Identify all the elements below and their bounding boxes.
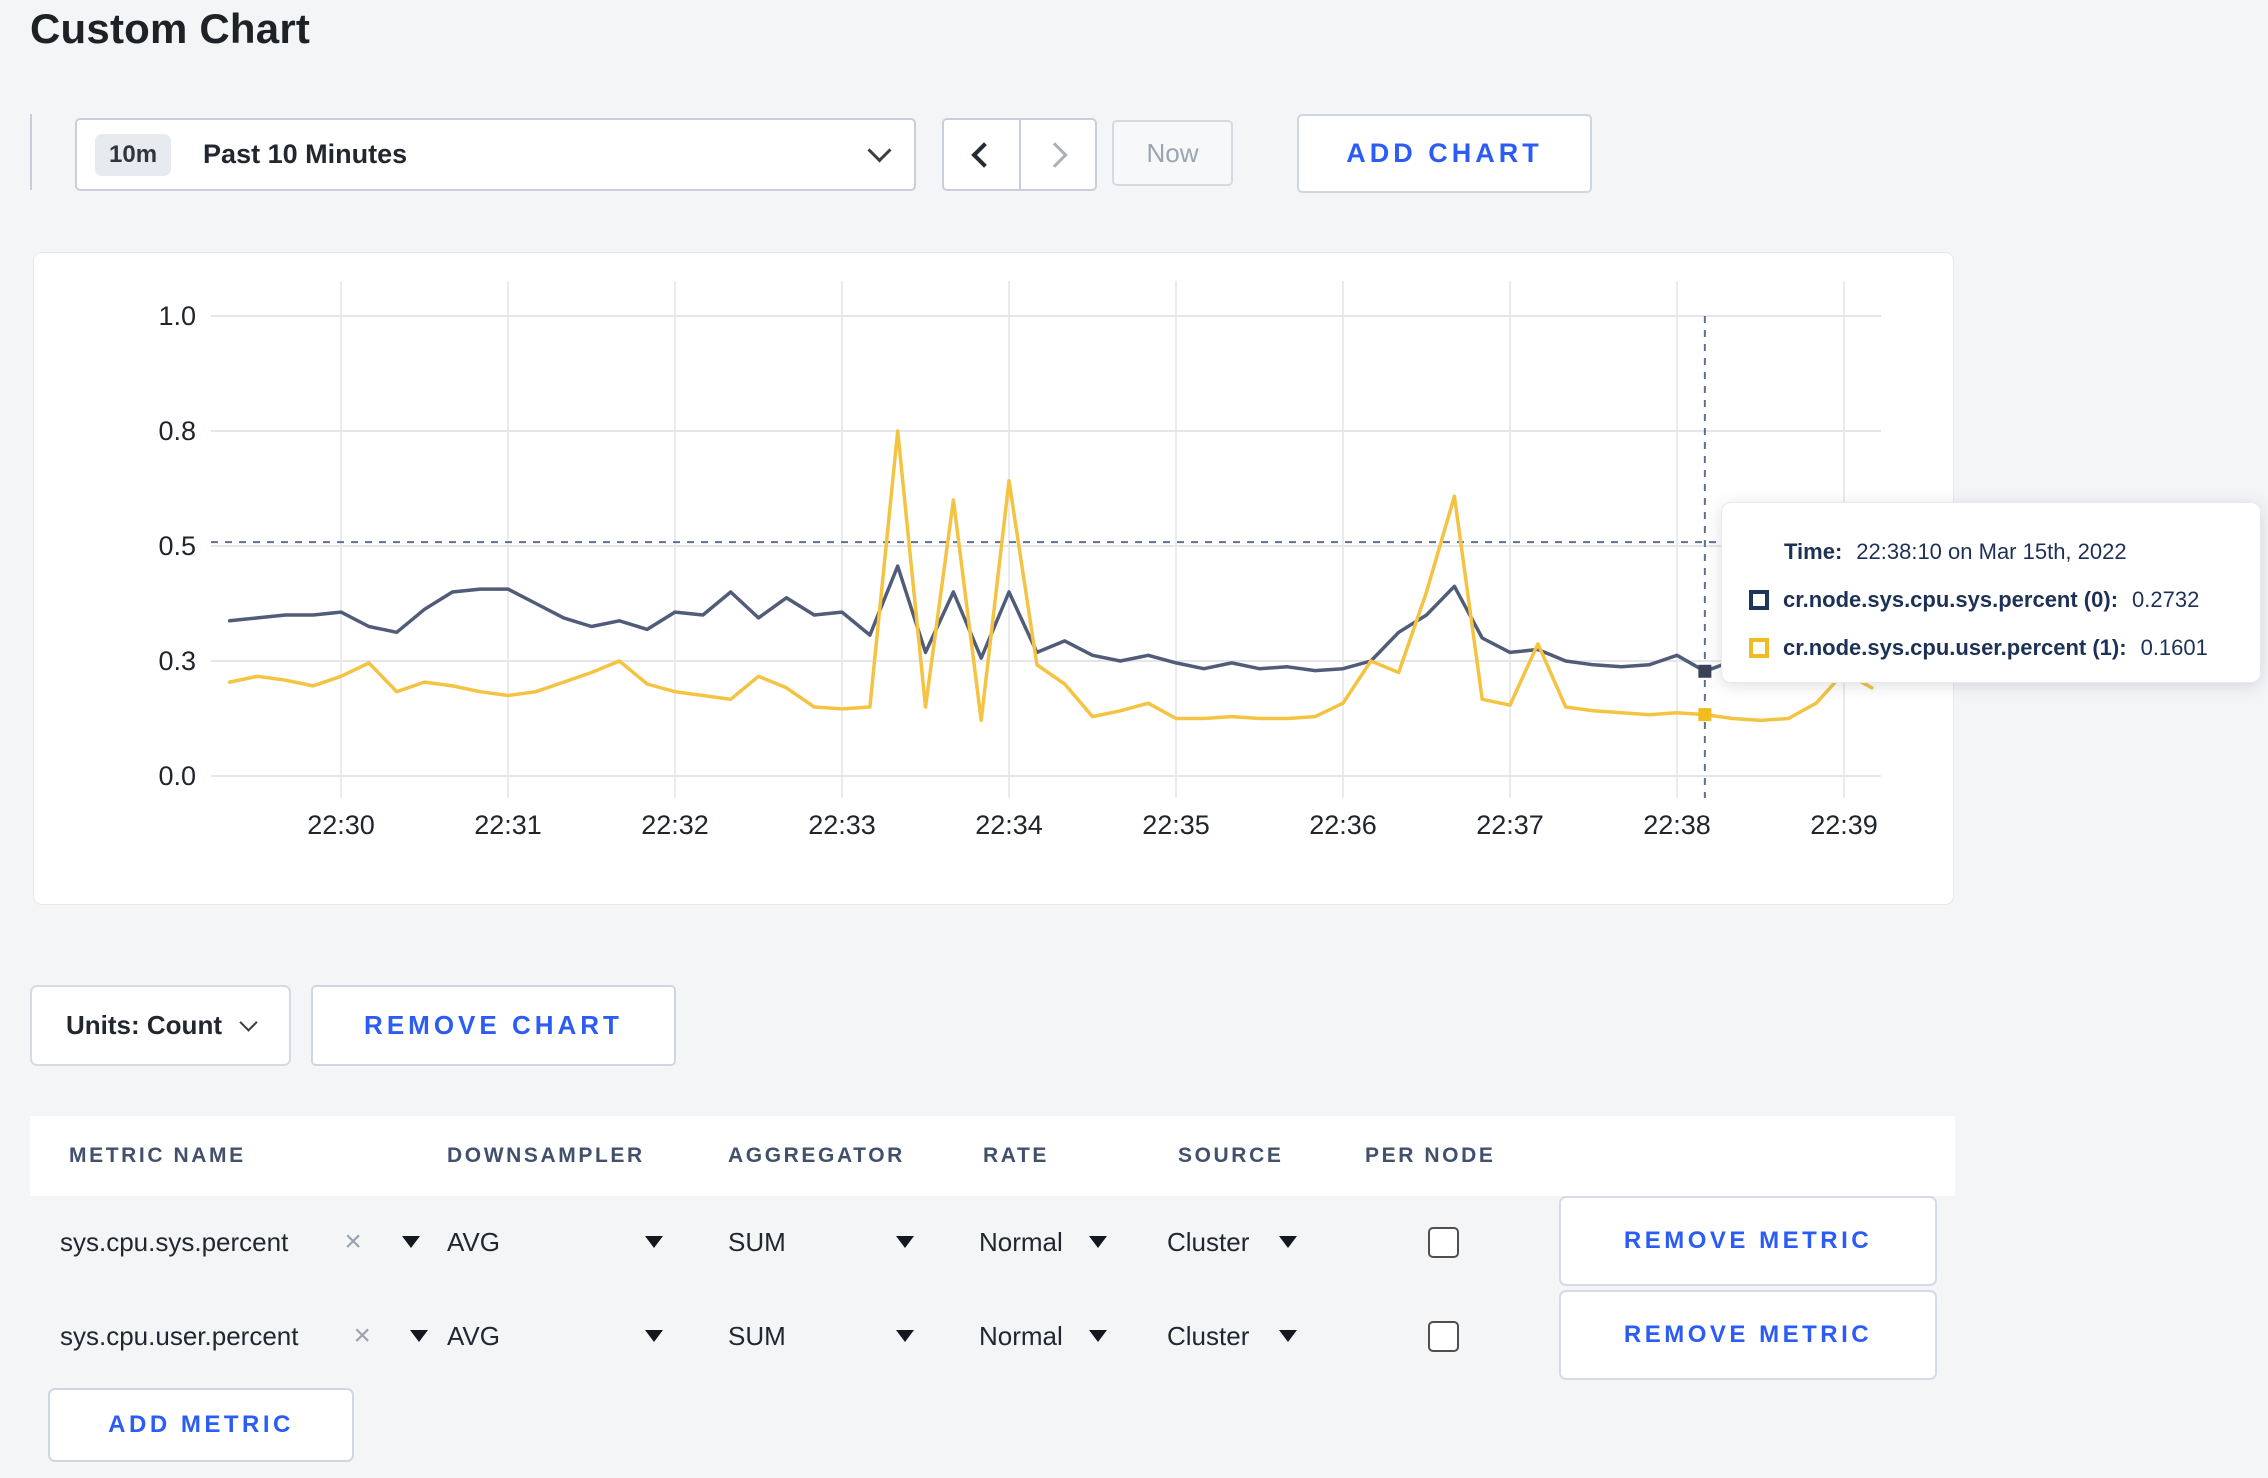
- aggregator-select[interactable]: SUM: [728, 1290, 914, 1382]
- series-swatch-icon: [1749, 638, 1769, 658]
- col-header-per-node: PER NODE: [1365, 1144, 1496, 1167]
- aggregator-value: SUM: [728, 1226, 786, 1257]
- caret-down-icon: [1089, 1330, 1107, 1342]
- source-value: Cluster: [1167, 1226, 1250, 1257]
- remove-metric-x-icon[interactable]: ×: [344, 1227, 362, 1257]
- y-tick-label: 0.8: [158, 416, 196, 446]
- hover-marker-0: [1698, 664, 1712, 678]
- x-tick-label: 22:31: [474, 810, 542, 840]
- col-header-rate: RATE: [983, 1144, 1050, 1167]
- downsampler-value: AVG: [447, 1226, 500, 1257]
- chevron-down-icon: [867, 138, 892, 163]
- x-tick-label: 22:37: [1476, 810, 1544, 840]
- tooltip-series-row: cr.node.sys.cpu.sys.percent (0): 0.2732: [1749, 578, 2240, 622]
- x-tick-label: 22:36: [1309, 810, 1377, 840]
- caret-down-icon: [402, 1236, 420, 1248]
- caret-down-icon: [1089, 1236, 1107, 1248]
- time-range-badge: 10m: [95, 133, 172, 176]
- x-tick-label: 22:38: [1643, 810, 1711, 840]
- tooltip-series-label: cr.node.sys.cpu.sys.percent (0):: [1783, 587, 2119, 612]
- caret-down-icon: [896, 1236, 914, 1248]
- remove-metric-button[interactable]: REMOVE METRIC: [1559, 1290, 1937, 1380]
- col-header-aggregator: AGGREGATOR: [728, 1144, 905, 1167]
- toolbar-divider: [30, 114, 32, 190]
- rate-select[interactable]: Normal: [979, 1196, 1107, 1288]
- per-node-checkbox[interactable]: [1428, 1320, 1459, 1352]
- now-button[interactable]: Now: [1112, 120, 1233, 186]
- x-tick-label: 22:35: [1142, 810, 1210, 840]
- units-label: Units: Count: [66, 1010, 222, 1040]
- caret-down-icon: [645, 1330, 663, 1342]
- metrics-table-header: METRIC NAME DOWNSAMPLER AGGREGATOR RATE …: [30, 1116, 1955, 1196]
- prev-time-button[interactable]: [944, 120, 1019, 189]
- next-time-button[interactable]: [1018, 120, 1096, 189]
- caret-down-icon: [410, 1330, 428, 1342]
- metric-name-label: sys.cpu.sys.percent: [60, 1226, 289, 1257]
- add-metric-button[interactable]: ADD METRIC: [48, 1388, 354, 1462]
- metric-name-label: sys.cpu.user.percent: [60, 1320, 299, 1351]
- rate-value: Normal: [979, 1320, 1063, 1351]
- y-tick-label: 0.5: [158, 531, 196, 561]
- page-title: Custom Chart: [30, 5, 311, 52]
- tooltip-time-label: Time:: [1784, 539, 1843, 564]
- downsampler-value: AVG: [447, 1320, 500, 1351]
- y-tick-label: 0.0: [158, 761, 196, 791]
- per-node-cell: [1428, 1290, 1459, 1382]
- remove-metric-button[interactable]: REMOVE METRIC: [1559, 1196, 1937, 1286]
- rate-select[interactable]: Normal: [979, 1290, 1107, 1382]
- chart-panel: 22:30 22:31 22:32 22:33 22:34 22:35 22:36 22:37…: [33, 252, 1954, 905]
- downsampler-select[interactable]: AVG: [447, 1290, 663, 1382]
- tooltip-series-value: 0.1601: [2140, 635, 2208, 660]
- timeseries-chart[interactable]: 22:30 22:31 22:32 22:33 22:34 22:35 22:36 22:37…: [34, 253, 1953, 904]
- caret-down-icon: [896, 1330, 914, 1342]
- time-range-dropdown[interactable]: 10m Past 10 Minutes: [75, 118, 916, 191]
- add-chart-button[interactable]: ADD CHART: [1297, 114, 1592, 193]
- source-select[interactable]: Cluster: [1167, 1196, 1297, 1288]
- remove-chart-button[interactable]: REMOVE CHART: [311, 985, 676, 1066]
- aggregator-select[interactable]: SUM: [728, 1196, 914, 1288]
- chevron-left-icon: [971, 141, 997, 168]
- time-range-label: Past 10 Minutes: [203, 139, 408, 169]
- x-tick-label: 22:30: [307, 810, 375, 840]
- per-node-cell: [1428, 1196, 1459, 1288]
- series-line-0: [227, 564, 1874, 674]
- caret-down-icon: [645, 1236, 663, 1248]
- units-dropdown[interactable]: Units: Count: [30, 985, 291, 1066]
- tooltip-time-value: 22:38:10 on Mar 15th, 2022: [1856, 539, 2127, 564]
- col-header-metric-name: METRIC NAME: [69, 1144, 246, 1167]
- y-tick-label: 1.0: [158, 301, 196, 331]
- col-header-source: SOURCE: [1178, 1144, 1284, 1167]
- x-tick-label: 22:34: [975, 810, 1043, 840]
- series-swatch-icon: [1749, 590, 1769, 610]
- tooltip-time-row: Time: 22:38:10 on Mar 15th, 2022: [1749, 530, 2240, 574]
- tooltip-series-row: cr.node.sys.cpu.user.percent (1): 0.1601: [1749, 626, 2240, 670]
- tooltip-series-value: 0.2732: [2132, 587, 2200, 612]
- source-value: Cluster: [1167, 1320, 1250, 1351]
- metric-row: sys.cpu.user.percent × AVG SUM Normal Cl…: [30, 1290, 1955, 1382]
- per-node-checkbox[interactable]: [1428, 1226, 1459, 1258]
- tooltip-series-label: cr.node.sys.cpu.user.percent (1):: [1783, 635, 2127, 660]
- metric-name-dropdown[interactable]: sys.cpu.sys.percent ×: [60, 1196, 420, 1288]
- metric-name-dropdown[interactable]: sys.cpu.user.percent ×: [60, 1290, 428, 1382]
- remove-metric-x-icon[interactable]: ×: [353, 1321, 371, 1351]
- aggregator-value: SUM: [728, 1320, 786, 1351]
- x-tick-label: 22:39: [1810, 810, 1878, 840]
- time-pager: [942, 118, 1097, 191]
- y-tick-label: 0.3: [158, 646, 196, 676]
- hover-marker-1: [1698, 708, 1712, 722]
- x-tick-label: 22:32: [641, 810, 709, 840]
- series-line-1: [227, 429, 1874, 723]
- x-tick-label: 22:33: [808, 810, 876, 840]
- caret-down-icon: [1279, 1330, 1297, 1342]
- rate-value: Normal: [979, 1226, 1063, 1257]
- col-header-downsampler: DOWNSAMPLER: [447, 1144, 645, 1167]
- downsampler-select[interactable]: AVG: [447, 1196, 663, 1288]
- caret-down-icon: [1279, 1236, 1297, 1248]
- chevron-down-icon: [239, 1013, 258, 1032]
- metric-row: sys.cpu.sys.percent × AVG SUM Normal Clu…: [30, 1196, 1955, 1288]
- chart-tooltip: Time: 22:38:10 on Mar 15th, 2022 cr.node…: [1721, 502, 2261, 683]
- source-select[interactable]: Cluster: [1167, 1290, 1297, 1382]
- chevron-right-icon: [1042, 141, 1068, 168]
